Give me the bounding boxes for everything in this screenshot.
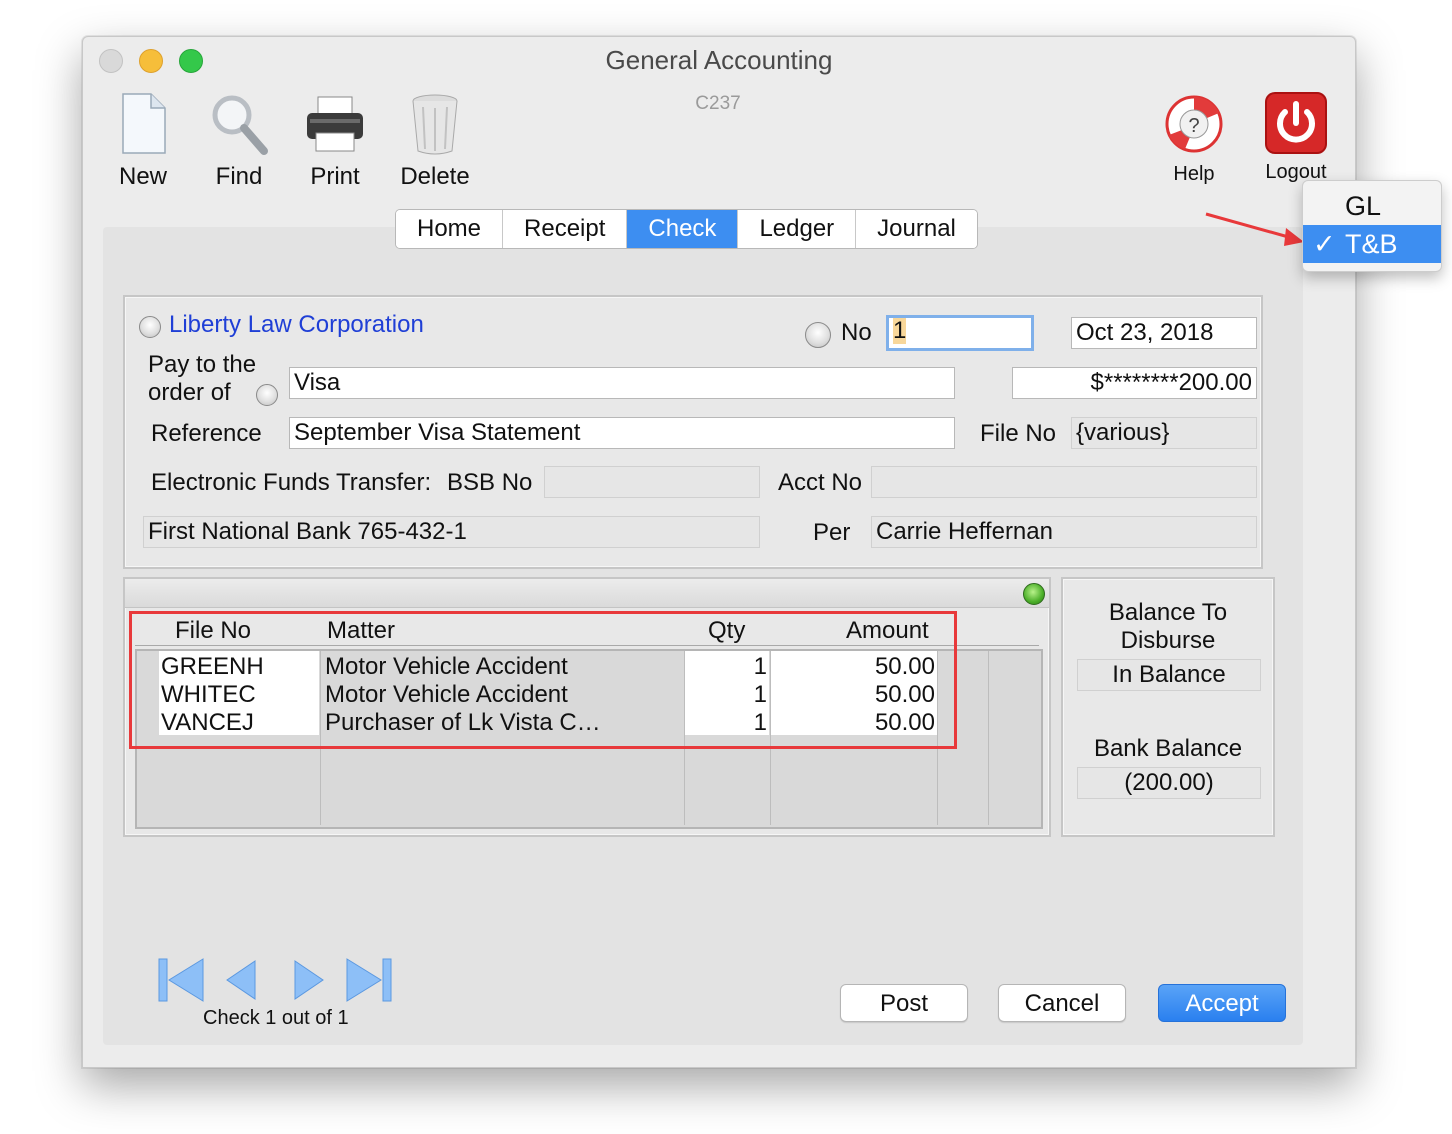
per-label: Per: [813, 519, 851, 546]
help-lifebuoy-icon: ?: [1165, 95, 1223, 153]
check-no-input[interactable]: 1: [886, 315, 1034, 351]
window-title: General Accounting: [605, 45, 833, 75]
tab-ledger[interactable]: Ledger: [738, 210, 857, 248]
previous-record-icon[interactable]: [226, 960, 256, 1000]
check-date-field[interactable]: Oct 23, 2018: [1071, 317, 1257, 349]
pay-to-label-line1: Pay to the: [148, 351, 257, 378]
title-bar: General Accounting: [83, 37, 1355, 85]
power-icon: [1265, 92, 1327, 154]
highlight-annotation-box: [129, 611, 957, 749]
balance-to-disburse-field: In Balance: [1077, 659, 1261, 691]
record-status: Check 1 out of 1: [203, 1007, 349, 1029]
bsb-label: BSB No: [447, 469, 533, 496]
tab-bar: Home Receipt Check Ledger Journal: [395, 209, 978, 249]
pay-to-radio[interactable]: [256, 384, 278, 406]
delete-button[interactable]: Delete: [387, 91, 483, 191]
tab-receipt[interactable]: Receipt: [503, 210, 628, 248]
new-button[interactable]: New: [97, 91, 189, 191]
status-light-icon: [1023, 583, 1045, 605]
reference-label: Reference: [151, 420, 262, 447]
menu-item-gl[interactable]: GL: [1303, 187, 1441, 225]
print-button[interactable]: Print: [289, 91, 381, 191]
tab-journal[interactable]: Journal: [856, 210, 977, 248]
bank-account-field: First National Bank 765-432-1: [143, 516, 760, 548]
grid-line: [988, 651, 989, 825]
bank-balance-label: Bank Balance: [1093, 735, 1243, 762]
file-no-label: File No: [980, 420, 1057, 447]
acct-no-label: Acct No: [778, 469, 863, 496]
menu-item-tb[interactable]: ✓ T&B: [1303, 225, 1441, 263]
main-window: General Accounting C237 New Find Print D…: [82, 36, 1356, 1068]
next-record-icon[interactable]: [294, 960, 324, 1000]
menu-item-tb-label: T&B: [1345, 229, 1398, 259]
balance-to-disburse-label-1: Balance To: [1108, 599, 1228, 626]
bank-balance-field: (200.00): [1077, 767, 1261, 799]
delete-label: Delete: [400, 163, 470, 190]
post-button[interactable]: Post: [840, 984, 968, 1022]
help-label: Help: [1173, 163, 1215, 185]
per-field: Carrie Heffernan: [871, 516, 1257, 548]
pay-to-label-line2: order of: [148, 379, 231, 406]
accept-button[interactable]: Accept: [1158, 984, 1286, 1022]
last-record-icon[interactable]: [346, 958, 392, 1002]
payer-radio[interactable]: [139, 316, 161, 338]
svg-text:?: ?: [1188, 115, 1199, 137]
acct-no-input[interactable]: [871, 466, 1257, 498]
annotation-arrow: [1205, 212, 1304, 246]
no-radio[interactable]: [805, 322, 831, 348]
amount-field[interactable]: $********200.00: [1012, 367, 1257, 399]
new-label: New: [118, 163, 167, 190]
eft-label: Electronic Funds Transfer:: [151, 469, 432, 496]
tab-check[interactable]: Check: [627, 210, 739, 248]
new-document-icon: [122, 93, 166, 154]
reference-input[interactable]: September Visa Statement: [289, 417, 955, 449]
pay-to-input[interactable]: Visa: [289, 367, 955, 399]
print-label: Print: [310, 163, 360, 190]
check-no-label: No: [841, 319, 872, 346]
trash-can-icon: [412, 94, 458, 155]
find-button[interactable]: Find: [193, 91, 285, 191]
checkmark-icon: ✓: [1313, 229, 1336, 259]
check-no-value: 1: [893, 317, 907, 344]
find-label: Find: [215, 163, 263, 190]
tab-home[interactable]: Home: [396, 210, 504, 248]
first-record-icon[interactable]: [158, 958, 204, 1002]
record-navigation: [158, 958, 392, 1002]
printer-icon: [307, 96, 363, 152]
logout-button[interactable]: Logout: [1253, 91, 1339, 184]
ledger-mode-menu: GL ✓ T&B: [1302, 180, 1442, 272]
table-toolbar: [125, 579, 1049, 608]
magnifier-icon: [212, 95, 268, 155]
file-no-field: {various}: [1071, 417, 1257, 449]
cancel-button[interactable]: Cancel: [998, 984, 1126, 1022]
balance-to-disburse-label-2: Disburse: [1120, 627, 1216, 654]
bsb-input[interactable]: [544, 466, 760, 498]
help-button[interactable]: ? Help: [1153, 91, 1235, 186]
payer-link[interactable]: Liberty Law Corporation: [169, 311, 424, 339]
screen-code: C237: [695, 93, 741, 114]
